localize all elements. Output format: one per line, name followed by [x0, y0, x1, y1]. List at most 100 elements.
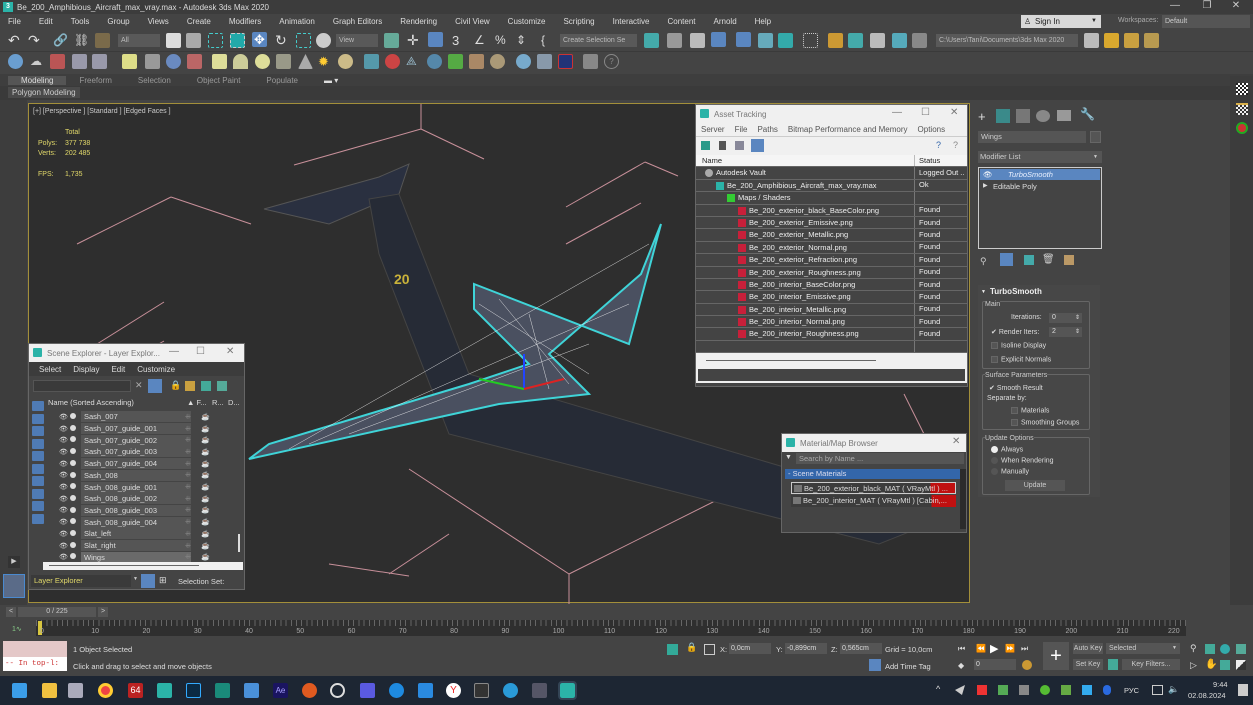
expand-arrow-icon[interactable]: ▶: [8, 556, 20, 568]
renderable-teapot-icon[interactable]: ☕: [201, 425, 210, 433]
edge-icon[interactable]: [389, 683, 404, 698]
menu-customize[interactable]: Customize: [500, 17, 556, 26]
key-mode-icon[interactable]: ◆: [958, 661, 964, 670]
menu-interactive[interactable]: Interactive: [605, 17, 660, 26]
menu-edit[interactable]: Edit: [105, 365, 131, 374]
rendered-frame-window-icon[interactable]: [848, 33, 863, 48]
next-frame-icon[interactable]: ⏩: [1005, 644, 1015, 653]
keyboard-shortcut-override-icon[interactable]: [428, 32, 443, 47]
create-tab-icon[interactable]: +: [978, 109, 986, 124]
orbit-icon[interactable]: [1220, 660, 1230, 670]
scene-object-row[interactable]: 👁 Sash_007_guide_001 ⁜ ☕: [29, 423, 229, 435]
prev-frame-button[interactable]: <: [6, 607, 16, 617]
add-time-tag-button[interactable]: Add Time Tag: [885, 662, 931, 671]
reference-coord-select[interactable]: View: [336, 34, 378, 47]
vray-plane-icon[interactable]: ⟁: [406, 54, 421, 69]
photoshop-icon[interactable]: [186, 683, 201, 698]
file-explorer-icon[interactable]: [42, 683, 57, 698]
layers-icon[interactable]: [201, 381, 211, 391]
remove-modifier-icon[interactable]: 🗑: [1042, 254, 1055, 265]
render-iterative-icon[interactable]: [892, 33, 907, 48]
clock-date[interactable]: 02.08.2024: [1188, 691, 1226, 700]
nvidia-tray-icon[interactable]: [1061, 685, 1071, 695]
menu-options[interactable]: Options: [913, 125, 951, 134]
menu-content[interactable]: Content: [660, 17, 706, 26]
workspaces-select[interactable]: Default: [1162, 15, 1250, 28]
mini-curve-editor-icon[interactable]: 1∿: [12, 625, 22, 633]
material-search-input[interactable]: Search by Name ...: [796, 453, 964, 464]
utorrent-tray-icon[interactable]: [1040, 685, 1050, 695]
time-slider[interactable]: 0 / 225: [18, 607, 96, 617]
show-end-result-icon[interactable]: [1000, 253, 1013, 266]
scene-object-row[interactable]: 👁 Sash_007_guide_002 ⁜ ☕: [29, 434, 229, 446]
visibility-eye-icon[interactable]: 👁: [59, 553, 68, 561]
maximize-button[interactable]: ☐: [196, 346, 205, 357]
selection-lock-icon[interactable]: 🔒: [686, 642, 697, 653]
tray-overflow-icon[interactable]: ^: [936, 684, 940, 694]
bind-space-warp-icon[interactable]: [95, 33, 110, 48]
scene-object-row[interactable]: 👁 Slat_right ⁜ ☕: [29, 540, 229, 552]
set-project-folder-icon[interactable]: [1084, 33, 1099, 48]
modify-tab-icon[interactable]: [996, 109, 1010, 123]
asset-row[interactable]: Be_200_exterior_Normal.png Found: [696, 241, 967, 255]
render-iters-spinner[interactable]: 2 ⇕: [1049, 327, 1082, 337]
vray-sky-icon[interactable]: [427, 54, 442, 69]
calculator-icon[interactable]: [532, 683, 547, 698]
scene-object-row[interactable]: 👁 Slat_left ⁜ ☕: [29, 528, 229, 540]
vray-material-icon[interactable]: [1236, 122, 1248, 134]
vray-sphere-icon[interactable]: [166, 54, 181, 69]
sign-in-button[interactable]: ♙ Sign In ▼: [1021, 15, 1101, 28]
make-unique-icon[interactable]: [1024, 255, 1034, 265]
settings-help-icon[interactable]: ?: [953, 140, 958, 150]
link-icon[interactable]: 🔗: [53, 33, 68, 48]
scrollbar-thumb[interactable]: [49, 565, 199, 566]
defender-tray-icon[interactable]: [1082, 685, 1092, 695]
renderable-teapot-icon[interactable]: ☕: [201, 530, 210, 538]
menu-file[interactable]: File: [0, 17, 31, 26]
menu-tools[interactable]: Tools: [63, 17, 100, 26]
utilities-tab-icon[interactable]: 🔧: [1080, 107, 1095, 121]
renderable-teapot-icon[interactable]: ☕: [201, 471, 210, 479]
asset-row[interactable]: Be_200_interior_Metallic.png Found: [696, 303, 967, 317]
pivot-center-icon[interactable]: [384, 33, 399, 48]
hierarchy-mode-icon[interactable]: ⊞: [159, 575, 167, 586]
column-renderable[interactable]: R...: [212, 398, 224, 407]
align-icon[interactable]: [667, 33, 682, 48]
zoom-extents-icon[interactable]: [1220, 644, 1230, 654]
terminal-icon[interactable]: [474, 683, 489, 698]
visibility-eye-icon[interactable]: 👁: [59, 436, 68, 444]
spinner-arrows-icon[interactable]: ⇕: [1075, 327, 1080, 337]
menu-display[interactable]: Display: [67, 365, 105, 374]
vray-fur-icon[interactable]: [364, 54, 379, 69]
visibility-eye-icon[interactable]: 👁: [59, 460, 68, 468]
renderable-teapot-icon[interactable]: ☕: [201, 518, 210, 526]
asset-row[interactable]: Be_200_exterior_Refraction.png Found: [696, 254, 967, 267]
checker-icon[interactable]: [1236, 83, 1248, 95]
vray-decal-icon[interactable]: [490, 54, 505, 69]
freeze-icon[interactable]: ⁜: [185, 460, 191, 468]
freeze-icon[interactable]: ⁜: [185, 471, 191, 479]
column-name[interactable]: Name (Sorted Ascending): [48, 398, 134, 407]
manually-radio[interactable]: Manually: [991, 468, 1029, 475]
close-button[interactable]: ✕: [952, 436, 960, 447]
yandex-browser-icon[interactable]: Y: [446, 683, 461, 698]
scene-object-row[interactable]: 👁 Sash_008_guide_001 ⁜ ☕: [29, 481, 229, 493]
absolute-mode-icon[interactable]: [704, 644, 715, 655]
render-frame-icon[interactable]: [50, 54, 65, 69]
dome-light-icon[interactable]: [233, 54, 248, 69]
column-name[interactable]: Name: [696, 155, 915, 167]
menu-server[interactable]: Server: [696, 125, 730, 134]
windows-start-icon[interactable]: [12, 683, 27, 698]
after-effects-icon[interactable]: Ae: [273, 683, 288, 698]
freeze-icon[interactable]: ⁜: [185, 483, 191, 491]
freeze-icon[interactable]: ⁜: [185, 553, 191, 561]
freeze-icon[interactable]: ⁜: [185, 530, 191, 538]
menu-file[interactable]: File: [730, 125, 753, 134]
material-item[interactable]: Be_200_exterior_black_MAT ( VRayMtl ) ..…: [791, 482, 956, 494]
menu-bitmap-performance[interactable]: Bitmap Performance and Memory: [783, 125, 913, 134]
go-to-end-icon[interactable]: ⏭: [1021, 644, 1028, 654]
menu-scripting[interactable]: Scripting: [555, 17, 604, 26]
minimize-button[interactable]: —: [1165, 0, 1185, 11]
percent-snap-icon[interactable]: %: [495, 33, 510, 48]
scene-object-row[interactable]: 👁 Sash_008_guide_002 ⁜ ☕: [29, 493, 229, 505]
